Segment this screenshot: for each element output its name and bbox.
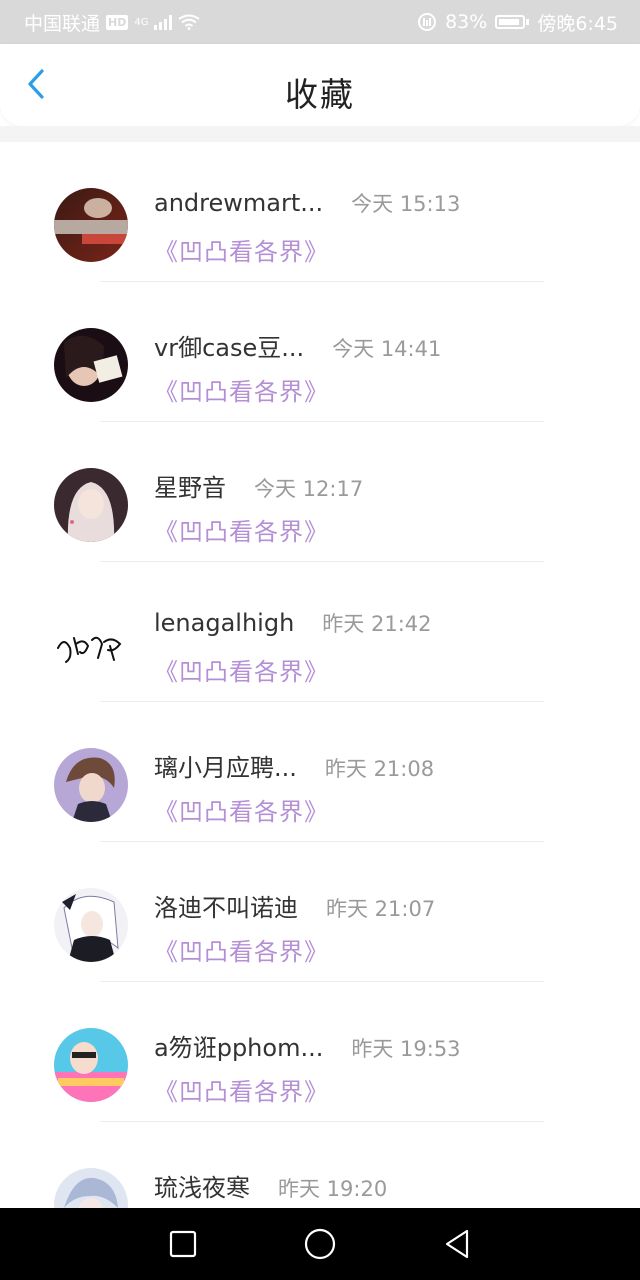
item-name: a笏诳pphom... 昨天 19:53 <box>154 1028 461 1063</box>
item-subtitle[interactable]: 《凹凸看各界》 <box>154 1072 329 1107</box>
avatar[interactable] <box>54 748 128 822</box>
nav-back-button[interactable] <box>389 1208 526 1280</box>
system-nav-bar <box>0 1208 640 1280</box>
signal-icon <box>154 14 173 30</box>
header-gap <box>0 126 640 142</box>
list-item[interactable]: lenagalhigh 昨天 21:42 《凹凸看各界》 <box>0 562 640 702</box>
item-time: 今天 15:13 <box>351 192 461 216</box>
carrier-label: 中国联通 <box>24 12 101 35</box>
status-bar: 中国联通 HD 4G 83% 傍晚6:45 <box>0 0 640 44</box>
item-name-text: lenagalhigh <box>154 609 295 637</box>
data-saver-icon <box>418 13 437 31</box>
item-time: 昨天 19:53 <box>351 1037 461 1061</box>
item-name-text: 星野音 <box>154 474 226 502</box>
item-time: 昨天 21:08 <box>324 757 435 781</box>
avatar[interactable] <box>54 468 128 542</box>
status-right: 83% 傍晚6:45 <box>417 9 618 36</box>
list-item[interactable]: 璃小月应聘... 昨天 21:08 《凹凸看各界》 <box>0 702 640 842</box>
avatar[interactable] <box>54 608 128 682</box>
item-time: 今天 12:17 <box>254 477 364 501</box>
wifi-icon <box>178 14 201 30</box>
item-name-text: andrewmart... <box>154 189 324 217</box>
list-item[interactable]: 洛迪不叫诺迪 昨天 21:07 《凹凸看各界》 <box>0 842 640 982</box>
recent-apps-button[interactable] <box>115 1208 252 1280</box>
status-left: 中国联通 HD 4G <box>24 9 201 36</box>
item-name-text: 洛迪不叫诺迪 <box>154 894 298 922</box>
avatar[interactable] <box>54 1028 128 1102</box>
item-time: 今天 14:41 <box>332 337 442 361</box>
hd-icon: HD <box>106 14 129 30</box>
item-subtitle[interactable]: 《凹凸看各界》 <box>154 372 329 407</box>
app-header: 收藏 <box>0 44 640 126</box>
network-label: 4G <box>134 16 149 28</box>
avatar[interactable] <box>54 328 128 402</box>
circle-icon <box>304 1228 336 1260</box>
clock: 傍晚6:45 <box>537 12 618 35</box>
item-time: 昨天 21:07 <box>326 897 436 921</box>
list-item[interactable]: vr御case豆... 今天 14:41 《凹凸看各界》 <box>0 282 640 422</box>
list-item[interactable]: 星野音 今天 12:17 《凹凸看各界》 <box>0 422 640 562</box>
item-name-text: 琉浅夜寒 <box>154 1174 250 1202</box>
page-title: 收藏 <box>285 75 355 114</box>
avatar[interactable] <box>54 1168 128 1208</box>
item-subtitle[interactable]: 《凹凸看各界》 <box>154 932 329 967</box>
square-icon <box>169 1230 197 1258</box>
item-subtitle[interactable]: 《凹凸看各界》 <box>154 652 329 687</box>
favorites-list: andrewmart... 今天 15:13 《凹凸看各界》 vr御case豆..… <box>0 142 640 1208</box>
home-button[interactable] <box>252 1208 389 1280</box>
item-time: 昨天 21:42 <box>322 612 432 636</box>
item-name: 星野音 今天 12:17 <box>154 468 363 503</box>
item-name: lenagalhigh 昨天 21:42 <box>154 608 432 638</box>
item-name: andrewmart... 今天 15:13 <box>154 188 460 218</box>
item-name-text: 璃小月应聘... <box>154 754 297 782</box>
battery-percent: 83% <box>445 11 488 33</box>
item-subtitle[interactable]: 《凹凸看各界》 <box>154 232 329 267</box>
avatar[interactable] <box>54 888 128 962</box>
item-time: 昨天 19:20 <box>278 1177 388 1201</box>
item-name: 琉浅夜寒 昨天 19:20 <box>154 1168 387 1203</box>
item-name-text: a笏诳pphom... <box>154 1034 324 1062</box>
item-subtitle[interactable]: 《凹凸看各界》 <box>154 512 329 547</box>
item-subtitle[interactable]: 《凹凸看各界》 <box>154 792 329 827</box>
item-name-text: vr御case豆... <box>154 334 305 362</box>
item-name: 洛迪不叫诺迪 昨天 21:07 <box>154 888 435 923</box>
triangle-back-icon <box>445 1229 469 1259</box>
item-name: 璃小月应聘... 昨天 21:08 <box>154 748 434 783</box>
item-name: vr御case豆... 今天 14:41 <box>154 328 441 363</box>
battery-icon <box>495 15 530 29</box>
list-item[interactable]: a笏诳pphom... 昨天 19:53 《凹凸看各界》 <box>0 982 640 1122</box>
list-item[interactable]: andrewmart... 今天 15:13 《凹凸看各界》 <box>0 142 640 282</box>
avatar[interactable] <box>54 188 128 262</box>
list-item[interactable]: 琉浅夜寒 昨天 19:20 <box>0 1122 640 1208</box>
